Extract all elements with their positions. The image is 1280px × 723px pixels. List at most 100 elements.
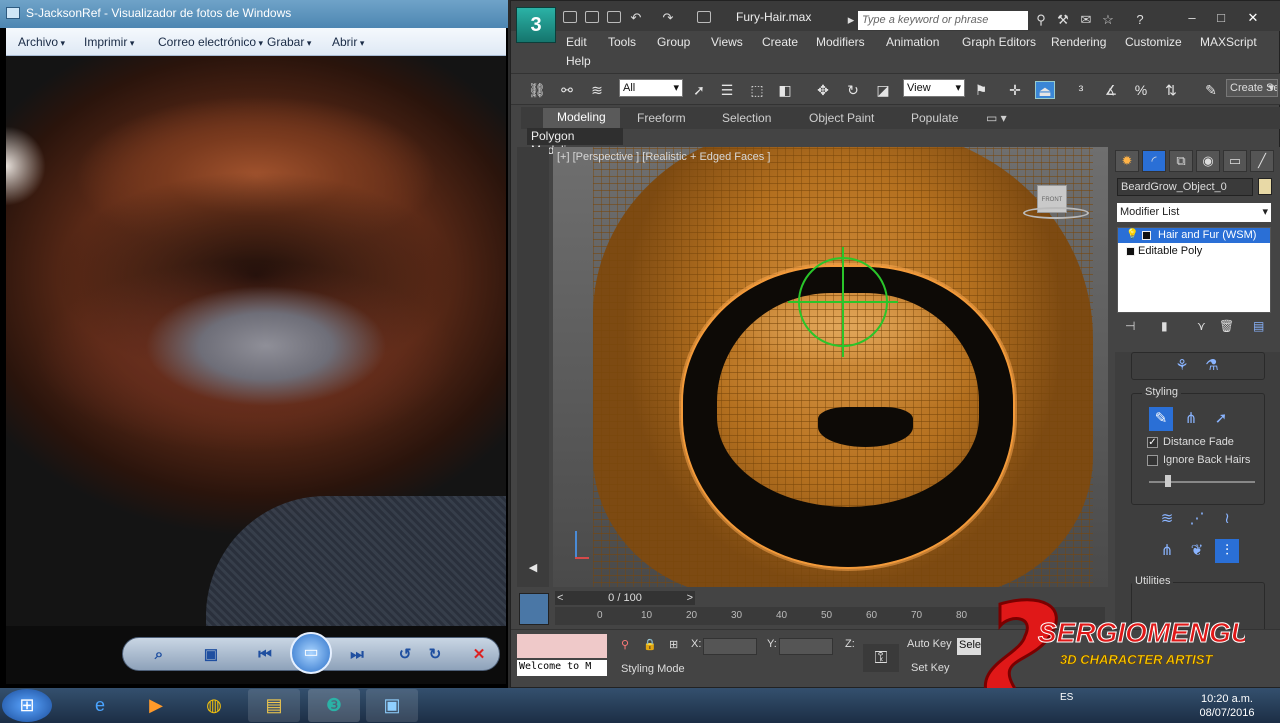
viewcube-ring[interactable] [1023,207,1089,219]
menu-edit[interactable]: Edit [566,35,587,49]
select-by-name-icon[interactable]: ☰ [717,81,737,99]
selection-filter-select[interactable]: All [619,79,683,97]
close-icon[interactable]: ✕ [1246,11,1260,25]
menu-grabar[interactable]: Grabar [267,35,311,49]
stack-item-editable-poly[interactable]: Editable Poly [1118,244,1270,259]
previous-icon[interactable]: ⏮ [253,645,277,665]
x-coordinate-field[interactable] [703,638,757,655]
rotate-hair-icon[interactable]: ❦ [1185,539,1209,563]
menu-graph-editors[interactable]: Graph Editors [962,35,1036,49]
select-hair-icon[interactable]: ✎ [1149,407,1173,431]
window-crossing-icon[interactable]: ◧ [775,81,795,99]
lock-icon[interactable]: 🔒 [643,638,657,651]
delete-icon[interactable]: ✕ [467,645,491,665]
ribbon-options-icon[interactable]: ▭ ▾ [986,111,1007,125]
clump-icon[interactable]: ⋔ [1155,539,1179,563]
menu-rendering[interactable]: Rendering [1051,35,1106,49]
ribbon-panel-polygon-modeling[interactable]: Polygon Modeling [527,128,623,157]
puff-roots-icon[interactable]: ≀ [1215,507,1239,531]
next-frame-icon[interactable]: > [687,591,693,605]
rect-selection-icon[interactable]: ⬚ [747,81,767,99]
create-selection-set[interactable]: Create Selection [1226,79,1278,97]
photo-viewer-taskbar-icon[interactable]: ▣ [366,689,418,722]
spinner-snap-icon[interactable]: ⇅ [1161,81,1181,99]
rotate-icon[interactable]: ↻ [843,81,863,99]
binoculars-icon[interactable]: ⚲ [1034,13,1048,27]
hair-cut-icon[interactable]: ⚗ [1202,354,1222,374]
internet-explorer-icon[interactable]: e [74,689,126,722]
tab-selection[interactable]: Selection [722,111,771,125]
ignore-back-hairs-checkbox[interactable] [1147,455,1158,466]
object-name-field[interactable]: BeardGrow_Object_0 [1117,178,1253,196]
menu-modifiers[interactable]: Modifiers [816,35,865,49]
time-slider[interactable]: < 0 / 100 > [555,591,695,605]
select-object-icon[interactable]: ➚ [689,81,709,99]
unlink-icon[interactable]: ⚯ [557,81,577,99]
perspective-viewport[interactable]: FRONT [+] [Perspective ] [Realistic + Ed… [553,147,1108,587]
minimize-icon[interactable]: – [1185,11,1199,25]
new-file-icon[interactable] [563,11,577,23]
modifier-list-dropdown[interactable]: Modifier List [1117,203,1271,222]
subscription-icon[interactable]: ⚒ [1056,13,1070,27]
menu-maxscript[interactable]: MAXScript [1200,35,1257,49]
viewport-layout-icon[interactable]: ◀ [523,559,543,577]
tab-modeling[interactable]: Modeling [543,108,620,128]
tab-freeform[interactable]: Freeform [637,111,686,125]
expand-arrow-icon[interactable]: ▸ [844,13,858,27]
menu-group[interactable]: Group [657,35,690,49]
tab-populate[interactable]: Populate [911,111,958,125]
utilities-tab-icon[interactable]: ╱ [1250,150,1274,172]
tab-object-paint[interactable]: Object Paint [809,111,874,125]
pivot-icon[interactable]: ⚑ [971,81,991,99]
language-indicator[interactable]: ES [1060,692,1073,703]
manipulate-icon[interactable]: ✛ [1005,81,1025,99]
scale-icon[interactable]: ◪ [873,81,893,99]
menu-tools[interactable]: Tools [608,35,636,49]
start-button-icon[interactable]: ⊞ [2,689,52,722]
explorer-folder-icon[interactable]: ▤ [248,689,300,722]
photo-viewer-titlebar[interactable]: S-JacksonRef - Visualizador de fotos de … [0,0,508,28]
viewcube[interactable]: FRONT [1023,177,1089,221]
undo-icon[interactable]: ↶ [629,11,643,25]
key-filter-selected[interactable]: Sele [957,638,981,655]
help-icon[interactable]: ? [1133,13,1147,27]
reference-coord-select[interactable]: View [903,79,965,97]
listener-output[interactable]: Welcome to M [517,660,607,676]
zoom-icon[interactable]: ⌕ [147,645,171,665]
open-file-icon[interactable] [585,11,599,23]
expand-plus-icon[interactable] [1142,231,1151,240]
make-unique-icon[interactable]: ⋎ [1197,319,1206,333]
save-file-icon[interactable] [607,11,621,23]
actual-size-icon[interactable]: ▣ [199,645,223,665]
y-coordinate-field[interactable] [779,638,833,655]
object-color-swatch[interactable] [1258,178,1272,195]
set-key-button[interactable]: Set Key [911,662,950,674]
remove-modifier-icon[interactable]: 🗑 [1219,319,1234,333]
angle-snap-icon[interactable]: ∡ [1101,81,1121,99]
communication-icon[interactable]: ✉ [1079,13,1093,27]
lightbulb-icon[interactable]: 💡 [1126,229,1138,240]
modify-tab-icon[interactable]: ◜ [1142,150,1166,172]
redo-icon[interactable]: ↷ [661,11,675,25]
scale-hair-icon[interactable]: ⫶ [1215,539,1239,563]
slideshow-button[interactable]: ▭ [290,632,332,674]
chrome-icon[interactable]: ◍ [188,689,240,722]
rotate-right-icon[interactable]: ↻ [423,645,447,665]
absolute-mode-icon[interactable]: ⊞ [669,638,678,651]
expand-plus-icon[interactable] [1126,247,1135,256]
viewport-label[interactable]: [+] [Perspective ] [Realistic + Edged Fa… [557,151,770,163]
menu-views[interactable]: Views [711,35,743,49]
stack-item-hair-and-fur[interactable]: 💡 Hair and Fur (WSM) [1118,228,1270,243]
snaps-toggle-icon[interactable]: ³ [1071,81,1091,99]
project-folder-icon[interactable] [697,11,711,23]
edit-named-sel-icon[interactable]: ✎ [1201,81,1221,99]
media-player-icon[interactable]: ▶ [130,689,182,722]
maximize-icon[interactable]: □ [1214,11,1228,25]
create-tab-icon[interactable]: ✹ [1115,150,1139,172]
select-arrow-icon[interactable]: ➚ [1209,407,1233,431]
link-icon[interactable]: ⛓ [527,81,547,99]
key-icon[interactable]: ⚿ [863,644,899,672]
next-icon[interactable]: ⏭ [345,645,369,665]
configure-sets-icon[interactable]: ▤ [1253,319,1264,333]
clock[interactable]: 10:20 a.m. 08/07/2016 [1192,692,1262,720]
